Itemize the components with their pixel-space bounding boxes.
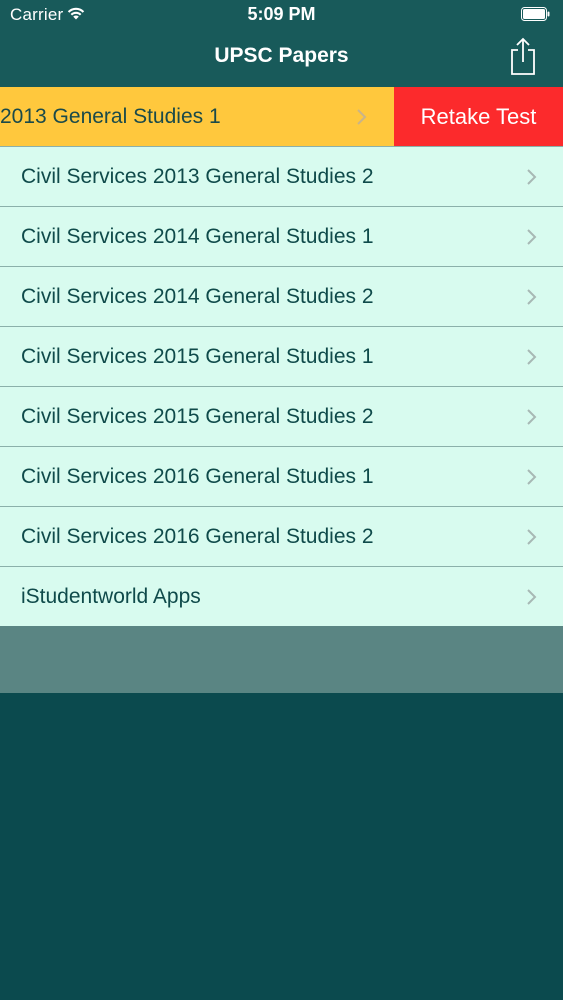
list-item-label: Civil Services 2013 General Studies 2: [21, 165, 374, 188]
chevron-right-icon: [527, 349, 537, 365]
list-item-label: Civil Services 2015 General Studies 2: [21, 405, 374, 428]
chevron-right-icon: [527, 469, 537, 485]
list-item-label: Civil Services 2016 General Studies 1: [21, 465, 374, 488]
chevron-right-icon: [527, 529, 537, 545]
page-title: UPSC Papers: [214, 44, 349, 67]
status-bar: Carrier 5:09 PM: [0, 0, 563, 30]
list-item-label: iStudentworld Apps: [21, 585, 201, 608]
footer-band: [0, 626, 563, 693]
status-time: 5:09 PM: [247, 4, 316, 24]
list-item[interactable]: Civil Services 2016 General Studies 1: [0, 447, 563, 507]
list-item-swiped[interactable]: 2013 General Studies 1 Retake Test: [0, 87, 563, 147]
retake-test-button[interactable]: Retake Test: [394, 87, 563, 146]
list-item-label: Civil Services 2014 General Studies 1: [21, 225, 374, 248]
list-item[interactable]: Civil Services 2014 General Studies 2: [0, 267, 563, 327]
list-item-label: Civil Services 2014 General Studies 2: [21, 285, 374, 308]
list-item-label: 2013 General Studies 1: [0, 105, 221, 128]
list-item[interactable]: Civil Services 2015 General Studies 1: [0, 327, 563, 387]
list-item[interactable]: Civil Services 2016 General Studies 2: [0, 507, 563, 567]
header: Carrier 5:09 PM UPSC Papers: [0, 0, 563, 87]
chevron-right-icon: [527, 289, 537, 305]
chevron-right-icon: [527, 409, 537, 425]
papers-list: 2013 General Studies 1 Retake Test Civil…: [0, 87, 563, 627]
list-item[interactable]: Civil Services 2015 General Studies 2: [0, 387, 563, 447]
share-icon[interactable]: [506, 36, 540, 76]
list-item-label: Civil Services 2015 General Studies 1: [21, 345, 374, 368]
chevron-right-icon: [357, 109, 367, 125]
list-item[interactable]: iStudentworld Apps: [0, 567, 563, 627]
chevron-right-icon: [527, 229, 537, 245]
list-item-label: Civil Services 2016 General Studies 2: [21, 525, 374, 548]
battery-icon: [521, 7, 550, 21]
list-item[interactable]: Civil Services 2013 General Studies 2: [0, 147, 563, 207]
app-screen: Carrier 5:09 PM UPSC Papers 2013 General…: [0, 0, 563, 1000]
chevron-right-icon: [527, 589, 537, 605]
chevron-right-icon: [527, 169, 537, 185]
list-item[interactable]: Civil Services 2014 General Studies 1: [0, 207, 563, 267]
